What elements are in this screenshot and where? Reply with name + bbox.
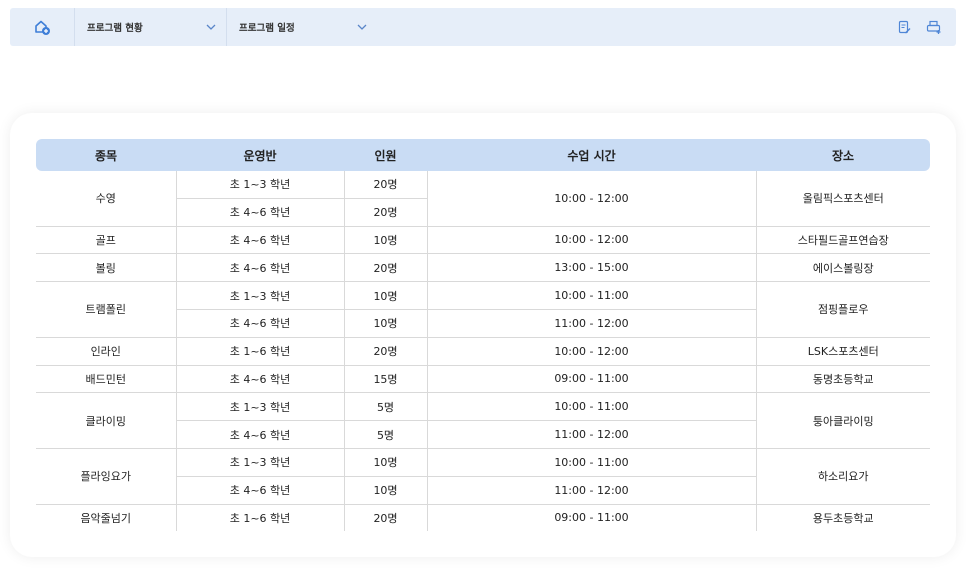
top-navigation-bar: 프로그램 현황 프로그램 일정 (10, 8, 956, 46)
people-cell: 10명 (343, 226, 427, 255)
header-people: 인원 (344, 139, 427, 171)
breadcrumb-program-schedule[interactable]: 프로그램 일정 (227, 8, 377, 46)
people-cell: 10명 (343, 281, 427, 310)
header-class: 운영반 (176, 139, 344, 171)
class-cell: 초 1~3 학년 (175, 171, 344, 199)
class-cell: 초 4~6 학년 (175, 226, 344, 255)
people-cell: 10명 (343, 309, 427, 338)
header-time: 수업 시간 (427, 139, 756, 171)
time-cell: 10:00 - 12:00 (426, 171, 757, 227)
table-row: 볼링 초 4~6 학년 20명 13:00 - 15:00 에이스볼링장 (36, 253, 930, 283)
time-cell: 10:00 - 12:00 (426, 226, 757, 255)
place-cell: 용두초등학교 (812, 511, 874, 525)
time-cell: 13:00 - 15:00 (426, 253, 757, 283)
class-cell: 초 4~6 학년 (175, 476, 344, 505)
home-icon (35, 20, 50, 35)
class-cell: 초 4~6 학년 (175, 198, 344, 227)
place-cell: 스타필드골프연습장 (756, 226, 930, 255)
chevron-down-icon (206, 24, 216, 30)
place-cell: 올림픽스포츠센터 (756, 171, 930, 227)
table-row: 골프 초 4~6 학년 10명 10:00 - 12:00 스타필드골프연습장 (36, 226, 930, 255)
people-cell: 20명 (343, 198, 427, 227)
people-cell: 5명 (343, 420, 427, 449)
home-button[interactable] (10, 8, 75, 46)
place-cell: 하소리요가 (756, 448, 930, 505)
sport-cell: 플라잉요가 (36, 448, 176, 505)
class-cell: 초 4~6 학년 (175, 253, 344, 283)
breadcrumb-program-status[interactable]: 프로그램 현황 (75, 8, 227, 46)
class-cell: 초 1~3 학년 (175, 392, 344, 422)
program-schedule-table: 종목 운영반 인원 수업 시간 장소 수영 초 1~3 학년 20명 10:00… (36, 139, 930, 532)
time-cell: 09:00 - 11:00 (426, 504, 757, 532)
table-row: 수영 초 1~3 학년 20명 10:00 - 12:00 올림픽스포츠센터 (36, 171, 930, 227)
people-cell: 20명 (343, 253, 427, 283)
time-cell: 09:00 - 11:00 (426, 365, 757, 394)
class-cell: 초 1~3 학년 (175, 448, 344, 477)
class-cell: 초 4~6 학년 (175, 309, 344, 338)
edit-button[interactable] (896, 19, 912, 35)
print-button[interactable] (926, 19, 942, 35)
class-cell: 초 4~6 학년 (175, 365, 344, 394)
time-cell: 11:00 - 12:00 (426, 309, 757, 338)
sport-cell: 트램폴린 (36, 281, 176, 338)
breadcrumb-label: 프로그램 일정 (239, 23, 295, 34)
people-cell: 10명 (343, 476, 427, 505)
people-cell: 10명 (343, 448, 427, 477)
time-cell: 11:00 - 12:00 (426, 420, 757, 449)
print-icon (926, 20, 941, 34)
table-row: 배드민턴 초 4~6 학년 15명 09:00 - 11:00 동명초등학교 (36, 365, 930, 394)
header-sport: 종목 (36, 139, 176, 171)
sport-cell: 배드민턴 (36, 365, 176, 394)
table-header-row: 종목 운영반 인원 수업 시간 장소 (36, 139, 930, 171)
sport-cell: 클라이밍 (36, 392, 176, 449)
schedule-card: 종목 운영반 인원 수업 시간 장소 수영 초 1~3 학년 20명 10:00… (10, 113, 956, 557)
people-cell: 20명 (343, 504, 427, 532)
sport-cell: 골프 (36, 226, 176, 255)
sport-cell: 인라인 (36, 337, 176, 366)
class-cell: 초 1~3 학년 (175, 281, 344, 310)
place-cell: LSK스포츠센터 (756, 337, 930, 366)
header-place: 장소 (756, 139, 930, 171)
table-row: 클라이밍 초 1~3 학년 5명 10:00 - 11:00 퉁아클라이밍 (36, 392, 930, 449)
edit-document-icon (898, 20, 910, 33)
people-cell: 5명 (343, 392, 427, 422)
class-cell: 초 1~6 학년 (175, 337, 344, 366)
place-cell: 퉁아클라이밍 (756, 392, 930, 449)
sport-cell: 볼링 (36, 253, 176, 283)
class-cell: 초 4~6 학년 (175, 420, 344, 449)
people-cell: 20명 (343, 171, 427, 199)
table-row: 인라인 초 1~6 학년 20명 10:00 - 12:00 LSK스포츠센터 (36, 337, 930, 366)
sport-cell: 수영 (36, 171, 176, 227)
place-cell: 동명초등학교 (756, 365, 930, 394)
time-cell: 10:00 - 11:00 (426, 392, 757, 422)
time-cell: 10:00 - 11:00 (426, 281, 757, 310)
time-cell: 10:00 - 12:00 (426, 337, 757, 366)
class-cell: 초 1~6 학년 (175, 504, 344, 532)
table-row: 트램폴린 초 1~3 학년 10명 10:00 - 11:00 점핑플로우 (36, 281, 930, 338)
time-cell: 11:00 - 12:00 (426, 476, 757, 505)
table-row: 음악줄넘기 초 1~6 학년 20명 09:00 - 11:00 용두초등학교 (36, 504, 930, 532)
chevron-down-icon (357, 24, 367, 30)
time-cell: 10:00 - 11:00 (426, 448, 757, 477)
sport-cell: 음악줄넘기 (80, 511, 132, 525)
people-cell: 15명 (343, 365, 427, 394)
people-cell: 20명 (343, 337, 427, 366)
place-cell: 에이스볼링장 (756, 253, 930, 283)
table-row: 플라잉요가 초 1~3 학년 10명 10:00 - 11:00 하소리요가 (36, 448, 930, 505)
breadcrumb-label: 프로그램 현황 (87, 23, 143, 34)
place-cell: 점핑플로우 (756, 281, 930, 338)
